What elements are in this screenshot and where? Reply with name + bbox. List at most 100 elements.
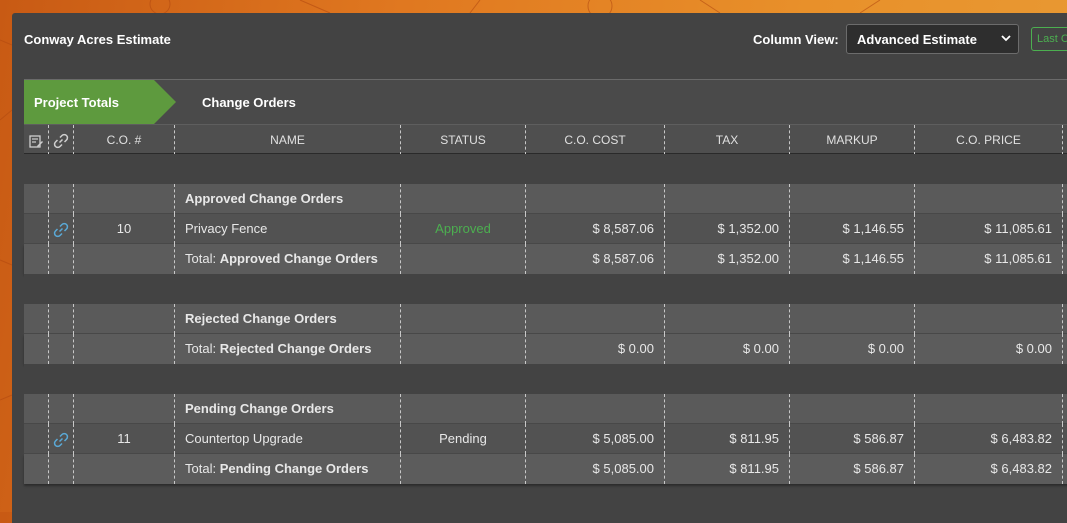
empty-cell (48, 454, 73, 484)
empty-cell (1062, 334, 1067, 364)
total-tax: $ 1,352.00 (664, 244, 789, 274)
empty-cell (400, 394, 525, 424)
group-total-row: Total: Pending Change Orders $ 5,085.00 … (24, 454, 1067, 484)
chevron-down-icon (1001, 35, 1011, 42)
empty-cell (914, 304, 1062, 334)
link-button[interactable] (48, 214, 73, 244)
column-header-status[interactable]: STATUS (400, 125, 525, 155)
group-header-row: Approved Change Orders (24, 184, 1067, 214)
column-view-select[interactable]: Advanced Estimate (846, 24, 1019, 54)
group-title: Approved Change Orders (174, 184, 400, 214)
empty-cell (664, 184, 789, 214)
empty-cell (73, 394, 174, 424)
empty-cell (24, 424, 48, 454)
total-label: Pending Change Orders (219, 461, 369, 476)
total-prefix: Total: (185, 251, 217, 266)
total-label: Rejected Change Orders (219, 341, 372, 356)
tab-label: Project Totals (34, 95, 120, 110)
co-price-cell: $ 11,085.61 (914, 214, 1062, 244)
tab-project-totals[interactable]: Project Totals (24, 80, 176, 124)
column-header-co-cost[interactable]: C.O. COST (525, 125, 664, 155)
table-row[interactable]: 10 Privacy Fence Approved $ 8,587.06 $ 1… (24, 214, 1067, 244)
column-header-markup[interactable]: MARKUP (789, 125, 914, 155)
notes-column-header[interactable] (24, 125, 48, 155)
empty-cell (1062, 184, 1067, 214)
last-button[interactable]: Last C (1031, 27, 1067, 51)
empty-cell (73, 244, 174, 274)
status-cell: Pending (400, 424, 525, 454)
empty-cell (73, 184, 174, 214)
group-total-row: Total: Approved Change Orders $ 8,587.06… (24, 244, 1067, 274)
empty-cell (914, 394, 1062, 424)
total-label-cell: Total: Rejected Change Orders (174, 334, 400, 364)
link-icon (53, 432, 69, 447)
empty-cell (789, 304, 914, 334)
empty-cell (664, 304, 789, 334)
status-cell: Approved (400, 214, 525, 244)
name-cell: Privacy Fence (174, 214, 400, 244)
estimate-title: Conway Acres Estimate (24, 32, 171, 47)
link-button[interactable] (48, 424, 73, 454)
total-tax: $ 811.95 (664, 454, 789, 484)
empty-cell (1062, 454, 1067, 484)
link-column-header[interactable] (48, 125, 73, 155)
name-cell: Countertop Upgrade (174, 424, 400, 454)
total-prefix: Total: (185, 341, 217, 356)
empty-cell (24, 334, 48, 364)
empty-cell (24, 394, 48, 424)
empty-cell (73, 304, 174, 334)
empty-cell (48, 334, 73, 364)
table-row[interactable]: 11 Countertop Upgrade Pending $ 5,085.00… (24, 424, 1067, 454)
total-co-price: $ 0.00 (914, 334, 1062, 364)
empty-cell (664, 394, 789, 424)
tax-cell: $ 811.95 (664, 424, 789, 454)
total-label: Approved Change Orders (219, 251, 378, 266)
markup-cell: $ 1,146.55 (789, 214, 914, 244)
co-cost-cell: $ 8,587.06 (525, 214, 664, 244)
column-view-label: Column View: (753, 32, 839, 47)
group-spacer (24, 154, 1067, 184)
empty-cell (48, 304, 73, 334)
empty-cell (400, 304, 525, 334)
total-prefix: Total: (185, 461, 217, 476)
empty-cell (525, 304, 664, 334)
column-header-name[interactable]: NAME (174, 125, 400, 155)
empty-cell (1062, 244, 1067, 274)
empty-cell (73, 454, 174, 484)
empty-cell (789, 394, 914, 424)
tabs-bar: Project Totals Change Orders (24, 80, 1067, 124)
notes-icon (29, 135, 43, 148)
empty-cell (1062, 394, 1067, 424)
empty-cell (525, 184, 664, 214)
tab-change-orders[interactable]: Change Orders (202, 95, 296, 110)
column-header-tax[interactable]: TAX (664, 125, 789, 155)
co-number-cell: 11 (73, 424, 174, 454)
total-co-cost: $ 5,085.00 (525, 454, 664, 484)
column-header-co-price[interactable]: C.O. PRICE (914, 125, 1062, 155)
panel-header: Conway Acres Estimate Column View: Advan… (12, 13, 1067, 79)
empty-cell (24, 214, 48, 244)
empty-cell (400, 454, 525, 484)
group-spacer (24, 274, 1067, 304)
empty-cell (48, 184, 73, 214)
column-header-edge (1062, 125, 1067, 155)
empty-cell (1062, 304, 1067, 334)
total-tax: $ 0.00 (664, 334, 789, 364)
total-co-cost: $ 0.00 (525, 334, 664, 364)
total-markup: $ 0.00 (789, 334, 914, 364)
empty-cell (24, 184, 48, 214)
co-cost-cell: $ 5,085.00 (525, 424, 664, 454)
change-orders-grid: C.O. # NAME STATUS C.O. COST TAX MARKUP … (24, 124, 1067, 484)
empty-cell (525, 394, 664, 424)
column-view-value: Advanced Estimate (857, 32, 977, 47)
column-header-co-number[interactable]: C.O. # (73, 125, 174, 155)
empty-cell (1062, 214, 1067, 244)
group-spacer (24, 364, 1067, 394)
empty-cell (789, 184, 914, 214)
empty-cell (914, 184, 1062, 214)
group-title: Pending Change Orders (174, 394, 400, 424)
group-title: Rejected Change Orders (174, 304, 400, 334)
empty-cell (400, 334, 525, 364)
total-label-cell: Total: Approved Change Orders (174, 244, 400, 274)
empty-cell (73, 334, 174, 364)
